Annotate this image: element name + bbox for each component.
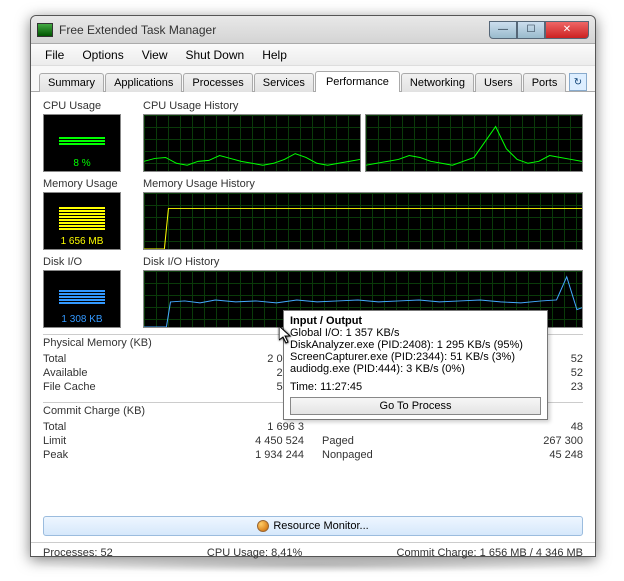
- tooltip-title: Input / Output: [290, 315, 362, 327]
- titlebar[interactable]: Free Extended Task Manager — ☐ ✕: [31, 16, 595, 44]
- disk-label: Disk I/O: [43, 256, 135, 268]
- tooltip-time: Time: 11:27:45: [290, 381, 541, 393]
- k2extra: 48: [571, 421, 583, 433]
- cpu-value: 8 %: [73, 158, 90, 169]
- cpu-meter: 8 %: [43, 114, 121, 172]
- tab-ports[interactable]: Ports: [523, 73, 567, 92]
- menubar: File Options View Shut Down Help: [31, 44, 595, 66]
- menu-help[interactable]: Help: [254, 46, 295, 64]
- app-window: Free Extended Task Manager — ☐ ✕ File Op…: [30, 15, 596, 557]
- cpu-graph-1: [143, 114, 361, 172]
- cpu-graph-2: [365, 114, 583, 172]
- mem-value: 1 656 MB: [61, 236, 104, 247]
- menu-shutdown[interactable]: Shut Down: [178, 46, 253, 64]
- k2: 52: [571, 367, 583, 379]
- k1: 52: [571, 353, 583, 365]
- paged-k: Paged: [322, 435, 354, 447]
- mem-label: Memory Usage: [43, 178, 135, 190]
- mem-history-label: Memory Usage History: [143, 178, 583, 190]
- tooltip-line-2: ScreenCapturer.exe (PID:2344): 51 KB/s (…: [290, 351, 541, 363]
- window-title: Free Extended Task Manager: [59, 23, 489, 37]
- menu-view[interactable]: View: [134, 46, 176, 64]
- paged-v: 267 300: [543, 435, 583, 447]
- disk-value: 1 308 KB: [61, 314, 102, 325]
- close-button[interactable]: ✕: [545, 21, 589, 39]
- maximize-button[interactable]: ☐: [517, 21, 545, 39]
- tooltip-line-1: DiskAnalyzer.exe (PID:2408): 1 295 KB/s …: [290, 339, 541, 351]
- commit-total-k: Total: [43, 421, 66, 433]
- tab-summary[interactable]: Summary: [39, 73, 104, 92]
- physmem-total-k: Total: [43, 353, 66, 365]
- nonpaged-k: Nonpaged: [322, 449, 373, 461]
- tab-users[interactable]: Users: [475, 73, 522, 92]
- physmem-head: Physical Memory (KB): [43, 334, 304, 349]
- tooltip-line-0: Global I/O: 1 357 KB/s: [290, 327, 541, 339]
- commit-head: Commit Charge (KB): [43, 402, 304, 417]
- physmem-cache-k: File Cache: [43, 381, 96, 393]
- disk-history-label: Disk I/O History: [143, 256, 583, 268]
- physmem-avail-k: Available: [43, 367, 87, 379]
- cpu-label: CPU Usage: [43, 100, 135, 112]
- mem-graph: [143, 192, 583, 250]
- commit-limit-k: Limit: [43, 435, 66, 447]
- tab-applications[interactable]: Applications: [105, 73, 182, 92]
- status-cpu: CPU Usage: 8,41%: [207, 547, 302, 559]
- commit-peak-k: Peak: [43, 449, 68, 461]
- nonpaged-v: 45 248: [549, 449, 583, 461]
- stats-area: Physical Memory (KB) Total2 095 5 Availa…: [43, 334, 583, 462]
- tab-services[interactable]: Services: [254, 73, 314, 92]
- resource-monitor-icon: [257, 520, 269, 532]
- cpu-row: CPU Usage 8 % CPU Usage History: [43, 100, 583, 172]
- goto-process-button[interactable]: Go To Process: [290, 397, 541, 415]
- tooltip-line-3: audiodg.exe (PID:444): 3 KB/s (0%): [290, 363, 541, 375]
- content-area: CPU Usage 8 % CPU Usage History: [31, 92, 595, 512]
- cpu-history-label: CPU Usage History: [143, 100, 583, 112]
- resource-monitor-label: Resource Monitor...: [273, 520, 368, 532]
- tabbar: Summary Applications Processes Services …: [31, 66, 595, 92]
- status-commit: Commit Charge: 1 656 MB / 4 346 MB: [397, 547, 583, 559]
- commit-limit-v: 4 450 524: [255, 435, 304, 447]
- statusbar: Processes: 52 CPU Usage: 8,41% Commit Ch…: [31, 542, 595, 563]
- refresh-button[interactable]: ↻: [569, 73, 587, 91]
- commit-peak-v: 1 934 244: [255, 449, 304, 461]
- memory-row: Memory Usage 1 656 MB Memory Usage Histo…: [43, 178, 583, 250]
- disk-meter: 1 308 KB: [43, 270, 121, 328]
- status-processes: Processes: 52: [43, 547, 113, 559]
- menu-file[interactable]: File: [37, 46, 72, 64]
- resource-monitor-button[interactable]: Resource Monitor...: [43, 516, 583, 536]
- menu-options[interactable]: Options: [74, 46, 131, 64]
- tab-networking[interactable]: Networking: [401, 73, 474, 92]
- k3: 23: [571, 381, 583, 393]
- tab-processes[interactable]: Processes: [183, 73, 252, 92]
- io-tooltip: Input / Output Global I/O: 1 357 KB/s Di…: [283, 310, 548, 420]
- window-controls: — ☐ ✕: [489, 21, 589, 39]
- mem-meter: 1 656 MB: [43, 192, 121, 250]
- app-icon: [37, 23, 53, 37]
- tab-performance[interactable]: Performance: [315, 71, 400, 92]
- commit-total-v: 1 696 3: [267, 421, 304, 433]
- minimize-button[interactable]: —: [489, 21, 517, 39]
